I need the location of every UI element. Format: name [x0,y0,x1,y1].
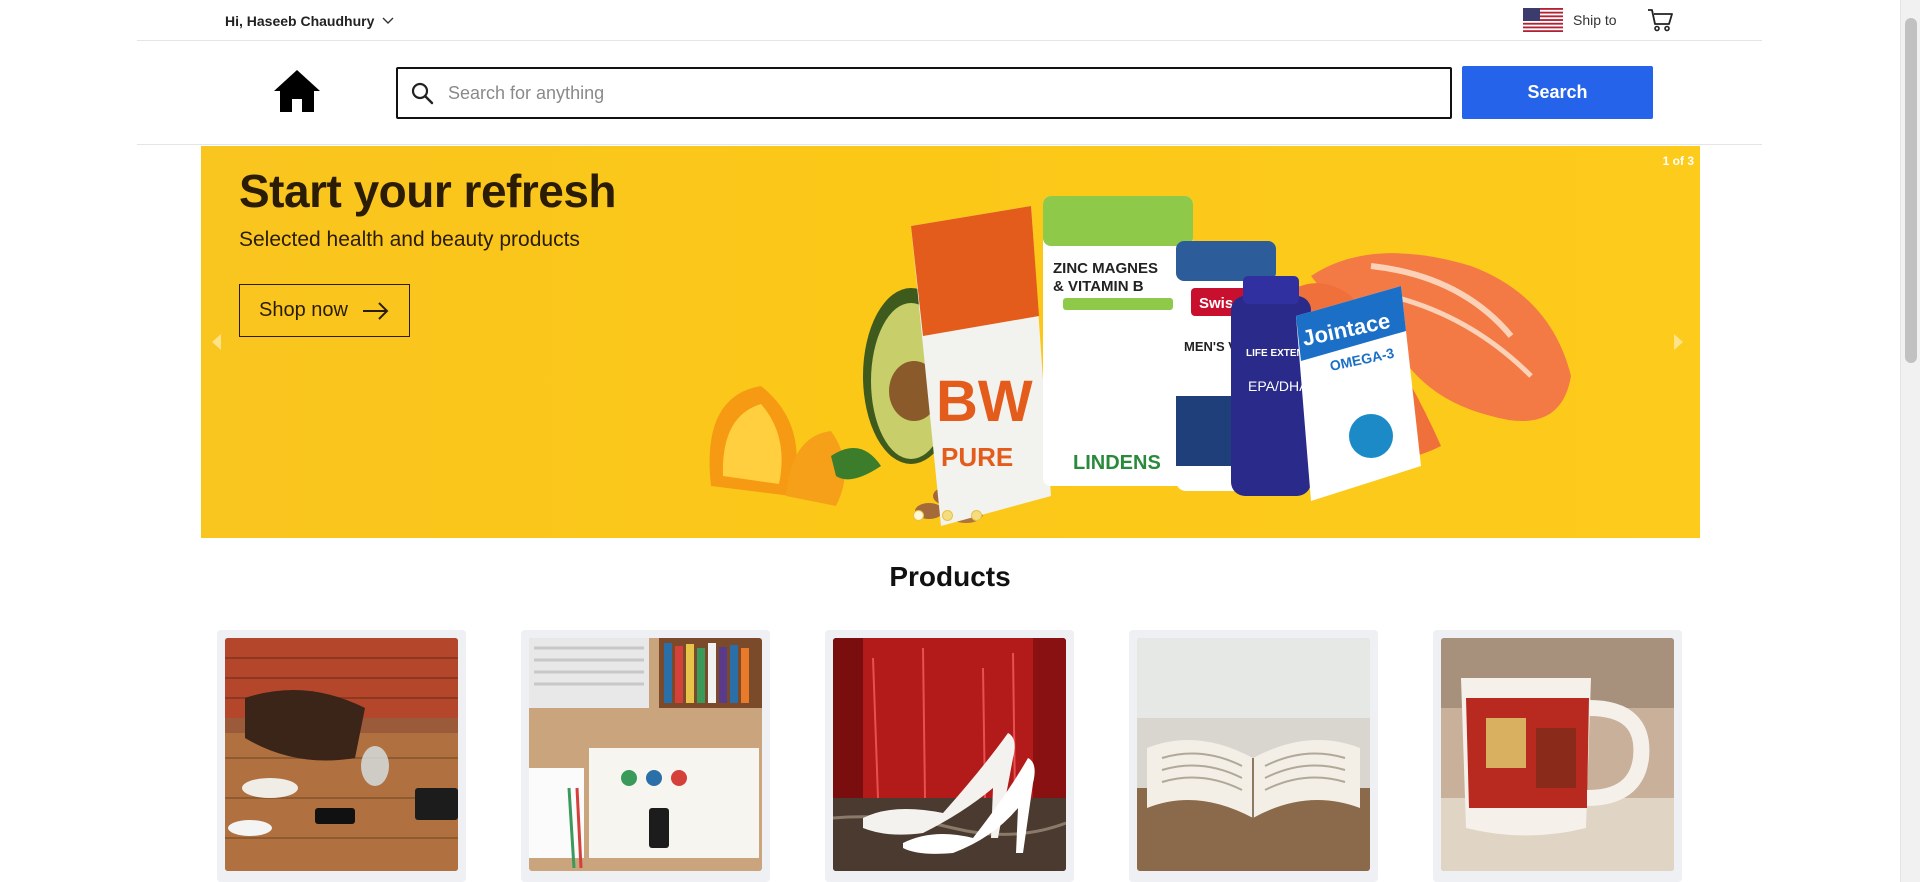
shop-now-label: Shop now [259,299,348,321]
svg-text:BW: BW [936,369,1033,434]
svg-text:LINDENS: LINDENS [1073,452,1161,474]
promo-banner[interactable]: Start your refresh Selected health and b… [201,146,1700,538]
carousel-dot-1[interactable] [913,510,924,521]
shop-now-button[interactable]: Shop now [239,284,410,337]
carousel-dot-3[interactable] [971,510,982,521]
greeting-text: Hi, Haseeb Chaudhury [225,13,375,29]
product-card[interactable] [521,630,770,882]
product-card[interactable] [217,630,466,882]
pouch-label: PURE [941,442,1013,472]
ship-to-label: Ship to [1573,12,1617,28]
shopping-cart-icon[interactable] [1647,8,1673,32]
product-card[interactable] [825,630,1074,882]
page-scrollbar[interactable] [1900,0,1920,882]
banner-title: Start your refresh [239,165,617,217]
banner-subtitle: Selected health and beauty products [239,228,580,251]
search-input[interactable] [434,70,1450,116]
product-image-people-at-table[interactable] [225,638,458,871]
product-image-white-heels[interactable] [833,638,1066,871]
account-menu[interactable]: Hi, Haseeb Chaudhury [225,13,394,29]
us-flag-icon [1523,8,1563,32]
products-heading: Products [889,561,1011,592]
carousel-dot-2[interactable] [942,510,953,521]
search-bar [396,67,1452,119]
svg-text:& VITAMIN B: & VITAMIN B [1053,278,1144,295]
arrow-right-icon [362,301,389,320]
search-icon [411,82,434,105]
product-image-desk-laptop-books[interactable] [529,638,762,871]
svg-text:ZINC MAGNES: ZINC MAGNES [1053,260,1158,277]
home-icon[interactable] [272,68,322,114]
health-products-image: BW PURE ZINC MAGNES & VITAMIN B LINDENS … [709,196,1571,526]
scrollbar-thumb[interactable] [1905,18,1917,363]
svg-text:EPA/DHA: EPA/DHA [1248,378,1309,394]
top-bar: Hi, Haseeb Chaudhury Ship to [137,0,1762,41]
product-card[interactable] [1129,630,1378,882]
header: Search [137,41,1762,145]
product-card[interactable] [1433,630,1682,882]
product-image-open-book[interactable] [1137,638,1370,871]
chevron-down-icon [382,17,394,24]
product-image-vintage-mug[interactable] [1441,638,1674,871]
carousel-dots [913,510,982,521]
search-button[interactable]: Search [1462,66,1653,119]
carousel-prev-icon[interactable] [209,332,223,352]
ship-to-selector[interactable]: Ship to [1523,8,1617,32]
